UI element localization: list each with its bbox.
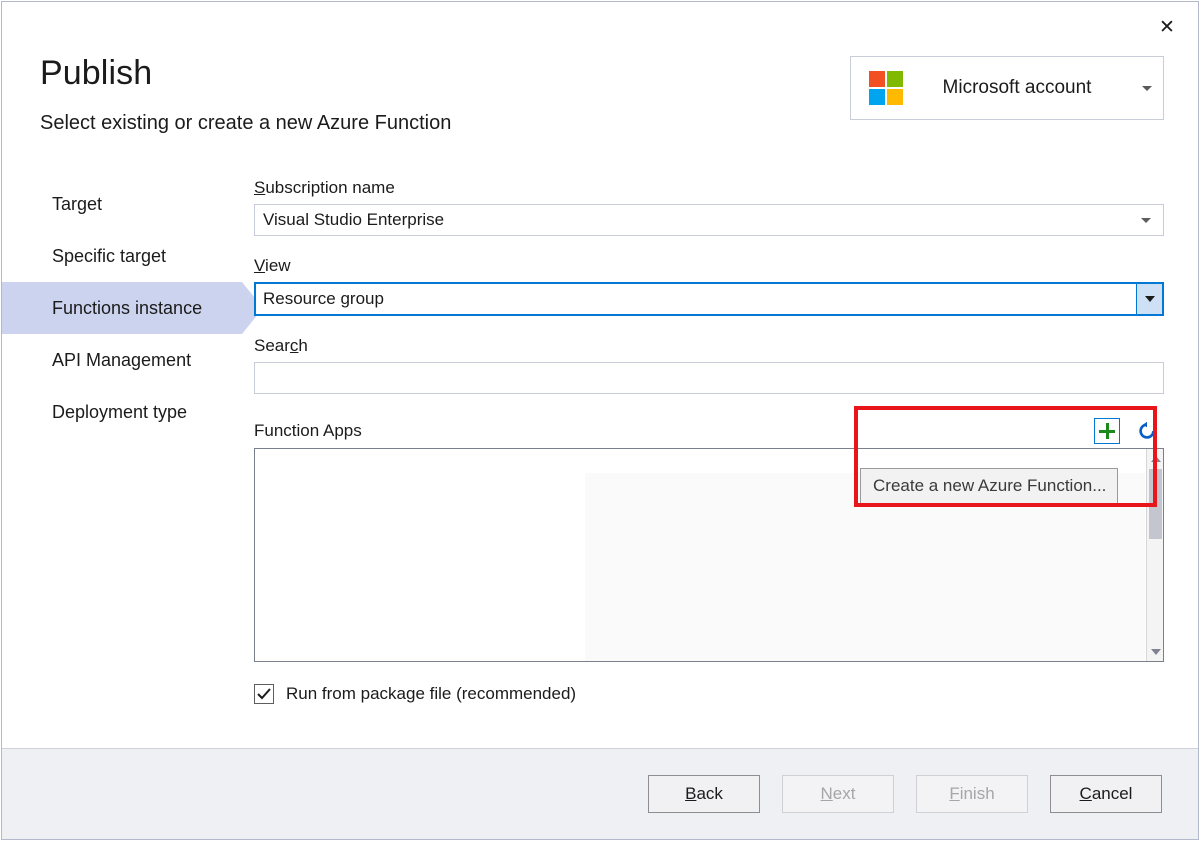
refresh-icon[interactable]	[1134, 418, 1160, 444]
search-input[interactable]	[254, 362, 1164, 394]
subscription-name-combobox[interactable]: Visual Studio Enterprise	[254, 204, 1164, 236]
sidebar-item-label: Functions instance	[52, 298, 202, 319]
listbox-scrollbar[interactable]	[1146, 449, 1163, 661]
function-apps-label: Function Apps	[254, 421, 362, 441]
sidebar-item-label: Target	[52, 194, 102, 215]
add-function-app-button[interactable]	[1094, 418, 1120, 444]
footer-buttons: Back Next Finish Cancel	[648, 775, 1162, 813]
search-label: Search	[254, 336, 1164, 356]
publish-dialog: ✕ Publish Select existing or create a ne…	[1, 1, 1199, 840]
view-label: View	[254, 256, 1164, 276]
run-from-package-label: Run from package file (recommended)	[286, 684, 576, 704]
sidebar-item-functions-instance[interactable]: Functions instance	[2, 282, 242, 334]
subscription-name-value: Visual Studio Enterprise	[263, 210, 444, 230]
view-combobox[interactable]: Resource group	[254, 282, 1164, 316]
page-title: Publish	[40, 54, 152, 93]
sidebar-item-label: Deployment type	[52, 402, 187, 423]
chevron-down-icon	[1141, 218, 1151, 223]
sidebar-item-label: Specific target	[52, 246, 166, 267]
view-value: Resource group	[263, 289, 384, 309]
subscription-name-label: Subscription name	[254, 178, 1164, 198]
sidebar-item-target[interactable]: Target	[2, 178, 242, 230]
create-azure-function-tooltip: Create a new Azure Function...	[860, 468, 1118, 504]
run-from-package-checkbox-row[interactable]: Run from package file (recommended)	[254, 684, 576, 704]
page-subtitle: Select existing or create a new Azure Fu…	[40, 112, 451, 135]
close-icon[interactable]: ✕	[1144, 10, 1190, 44]
functions-instance-form: Subscription name Visual Studio Enterpri…	[254, 178, 1164, 704]
scroll-up-icon[interactable]	[1147, 450, 1164, 467]
next-button[interactable]: Next	[782, 775, 894, 813]
microsoft-logo-icon	[869, 71, 903, 105]
wizard-sidebar: Target Specific target Functions instanc…	[2, 178, 242, 438]
listbox-empty-area	[255, 449, 585, 661]
finish-button[interactable]: Finish	[916, 775, 1028, 813]
sidebar-item-api-management[interactable]: API Management	[2, 334, 242, 386]
scroll-down-icon[interactable]	[1147, 643, 1164, 660]
back-button[interactable]: Back	[648, 775, 760, 813]
run-from-package-checkbox[interactable]	[254, 684, 274, 704]
dialog-footer: Back Next Finish Cancel	[2, 748, 1198, 839]
view-dropdown-button[interactable]	[1136, 284, 1162, 314]
sidebar-item-label: API Management	[52, 350, 191, 371]
function-apps-header: Function Apps	[254, 414, 1164, 448]
scrollbar-thumb[interactable]	[1149, 469, 1162, 539]
account-selector[interactable]: Microsoft account	[850, 56, 1164, 120]
account-label: Microsoft account	[903, 77, 1141, 99]
sidebar-item-deployment-type[interactable]: Deployment type	[2, 386, 242, 438]
function-apps-toolbar	[1094, 414, 1160, 448]
cancel-button[interactable]: Cancel	[1050, 775, 1162, 813]
sidebar-item-specific-target[interactable]: Specific target	[2, 230, 242, 282]
chevron-down-icon	[1141, 86, 1163, 91]
